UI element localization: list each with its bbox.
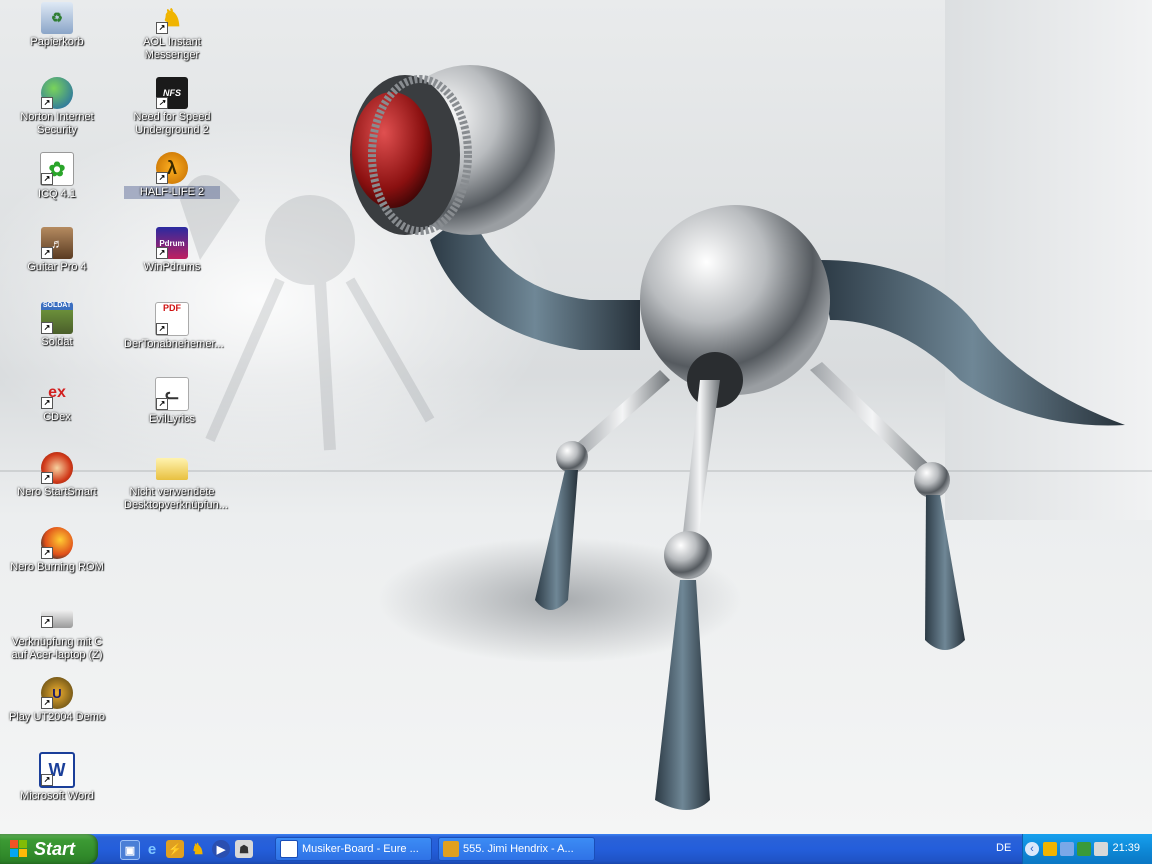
soldier-icon: SOLDAT ↗ bbox=[41, 302, 73, 334]
desktop-icon-label: AOL Instant Messenger bbox=[143, 36, 201, 61]
task-label: Musiker-Board - Eure ... bbox=[302, 843, 419, 855]
running-man-icon: ♞ ↗ bbox=[156, 2, 188, 34]
network-drive-icon: ↗ bbox=[41, 610, 73, 628]
guitar-icon: ♬ ↗ bbox=[41, 227, 73, 259]
ut-icon: U ↗ bbox=[41, 677, 73, 709]
desktop-icon-label: Microsoft Word bbox=[20, 790, 94, 802]
cd-icon: ex ↗ bbox=[41, 377, 73, 409]
desktop-icon-label: Guitar Pro 4 bbox=[27, 261, 87, 273]
tray-volume-icon[interactable] bbox=[1094, 842, 1108, 856]
desktop-icon-network-drive[interactable]: ↗ Verknüpfung mit C auf Acer-laptop (Z) bbox=[9, 602, 105, 662]
desktop-icon-nfs[interactable]: NFS ↗ Need for Speed Underground 2 bbox=[124, 77, 220, 137]
tray-network-icon[interactable] bbox=[1060, 842, 1074, 856]
aim-quicklaunch-icon[interactable]: ♞ bbox=[189, 840, 207, 858]
desktop-icon-soldat[interactable]: SOLDAT ↗ Soldat bbox=[9, 302, 105, 349]
desktop-icon-recycle-bin[interactable]: ♻ Papierkorb bbox=[9, 2, 105, 49]
desktop-icon-ut2004[interactable]: U ↗ Play UT2004 Demo bbox=[9, 677, 105, 724]
desktop-icon-label: EvilLyrics bbox=[148, 413, 196, 425]
desktop[interactable]: ♻ Papierkorb ↗ Norton Internet Security … bbox=[0, 0, 1152, 834]
desktop-icon-unused-shortcuts-folder[interactable]: Nicht verwendete Desktopverknüpfun... bbox=[124, 452, 228, 512]
task-label: 555. Jimi Hendrix - A... bbox=[463, 843, 574, 855]
desktop-icon-nero-startsmart[interactable]: ↗ Nero StartSmart bbox=[9, 452, 105, 499]
desktop-icon-label: Verknüpfung mit C auf Acer-laptop (Z) bbox=[11, 636, 103, 661]
desktop-icon-label: WinPdrums bbox=[143, 261, 201, 273]
desktop-icon-label: Nicht verwendete Desktopverknüpfun... bbox=[124, 486, 228, 511]
flower-icon: ✿ ↗ bbox=[40, 152, 74, 186]
winamp-window-icon bbox=[443, 841, 459, 857]
folder-icon bbox=[156, 458, 188, 480]
desktop-icon-norton[interactable]: ↗ Norton Internet Security bbox=[9, 77, 105, 137]
pdf-icon: PDF ↗ bbox=[155, 302, 189, 336]
desktop-icon-label: HALF-LIFE 2 bbox=[124, 186, 220, 199]
nero-flame-icon: ↗ bbox=[41, 452, 73, 484]
taskbar-button-jimi-hendrix[interactable]: 555. Jimi Hendrix - A... bbox=[438, 837, 595, 861]
windows-logo-icon bbox=[10, 840, 28, 858]
desktop-icon-label: Soldat bbox=[41, 336, 73, 348]
taskbar-button-musiker-board[interactable]: Musiker-Board - Eure ... bbox=[275, 837, 432, 861]
desktop-icon-nero-burning-rom[interactable]: ↗ Nero Burning ROM bbox=[9, 527, 105, 574]
desktop-icon-half-life-2[interactable]: λ ↗ HALF-LIFE 2 bbox=[124, 152, 220, 199]
desktop-icon-microsoft-word[interactable]: W ↗ Microsoft Word bbox=[9, 752, 105, 803]
tray-aim-icon[interactable] bbox=[1043, 842, 1057, 856]
burning-cd-icon: ↗ bbox=[41, 527, 73, 559]
desktop-icon-icq[interactable]: ✿ ↗ ICQ 4.1 bbox=[9, 152, 105, 201]
desktop-icon-label: Nero Burning ROM bbox=[10, 561, 104, 573]
language-indicator[interactable]: DE bbox=[996, 842, 1011, 854]
start-button[interactable]: Start bbox=[0, 834, 98, 864]
media-player-icon[interactable]: ▶ bbox=[212, 840, 230, 858]
desktop-icon-label: ICQ 4.1 bbox=[38, 188, 76, 200]
tray-nvidia-icon[interactable] bbox=[1077, 842, 1091, 856]
winamp-icon[interactable]: ⚡ bbox=[166, 840, 184, 858]
cat-icon: ᓚ ↗ bbox=[155, 377, 189, 411]
system-tray: ‹ 21:39 bbox=[1022, 834, 1152, 864]
desktop-icon-evillyrics[interactable]: ᓚ ↗ EvilLyrics bbox=[124, 377, 220, 426]
desktop-icon-label: Papierkorb bbox=[30, 36, 84, 48]
desktop-icon-label: Play UT2004 Demo bbox=[9, 711, 105, 723]
recycle-bin-icon: ♻ bbox=[41, 2, 73, 34]
clock[interactable]: 21:39 bbox=[1112, 842, 1140, 854]
desktop-icon-guitar-pro[interactable]: ♬ ↗ Guitar Pro 4 bbox=[9, 227, 105, 274]
desktop-icon-label: Need for Speed Underground 2 bbox=[133, 111, 211, 136]
desktop-icon-aol[interactable]: ♞ ↗ AOL Instant Messenger bbox=[124, 2, 220, 62]
desktop-icon-winpdrums[interactable]: Pdrum ↗ WinPdrums bbox=[124, 227, 220, 274]
tray-expand-chevron-icon[interactable]: ‹ bbox=[1025, 842, 1039, 856]
browser-window-icon bbox=[280, 840, 298, 858]
globe-icon: ↗ bbox=[41, 77, 73, 109]
desktop-icon-label: CDex bbox=[43, 411, 71, 423]
lambda-icon: λ ↗ bbox=[156, 152, 188, 184]
desktop-icon-pdf[interactable]: PDF ↗ DerTonabnehemer... bbox=[124, 302, 224, 351]
show-desktop-icon[interactable]: ▣ bbox=[120, 840, 140, 860]
drums-icon: Pdrum ↗ bbox=[156, 227, 188, 259]
internet-explorer-icon[interactable]: e bbox=[143, 840, 161, 858]
start-label: Start bbox=[34, 838, 76, 859]
quicklaunch-app-icon[interactable]: ☗ bbox=[235, 840, 253, 858]
desktop-icon-label: Norton Internet Security bbox=[20, 111, 94, 136]
desktop-icon-cdex[interactable]: ex ↗ CDex bbox=[9, 377, 105, 424]
desktop-icon-label: DerTonabnehemer... bbox=[124, 338, 224, 350]
word-icon: W ↗ bbox=[39, 752, 75, 788]
taskbar: Start ▣ e ⚡ ♞ ▶ ☗ Musiker-Board - Eure .… bbox=[0, 834, 1152, 864]
desktop-icon-label: Nero StartSmart bbox=[17, 486, 97, 498]
nfs-icon: NFS ↗ bbox=[156, 77, 188, 109]
